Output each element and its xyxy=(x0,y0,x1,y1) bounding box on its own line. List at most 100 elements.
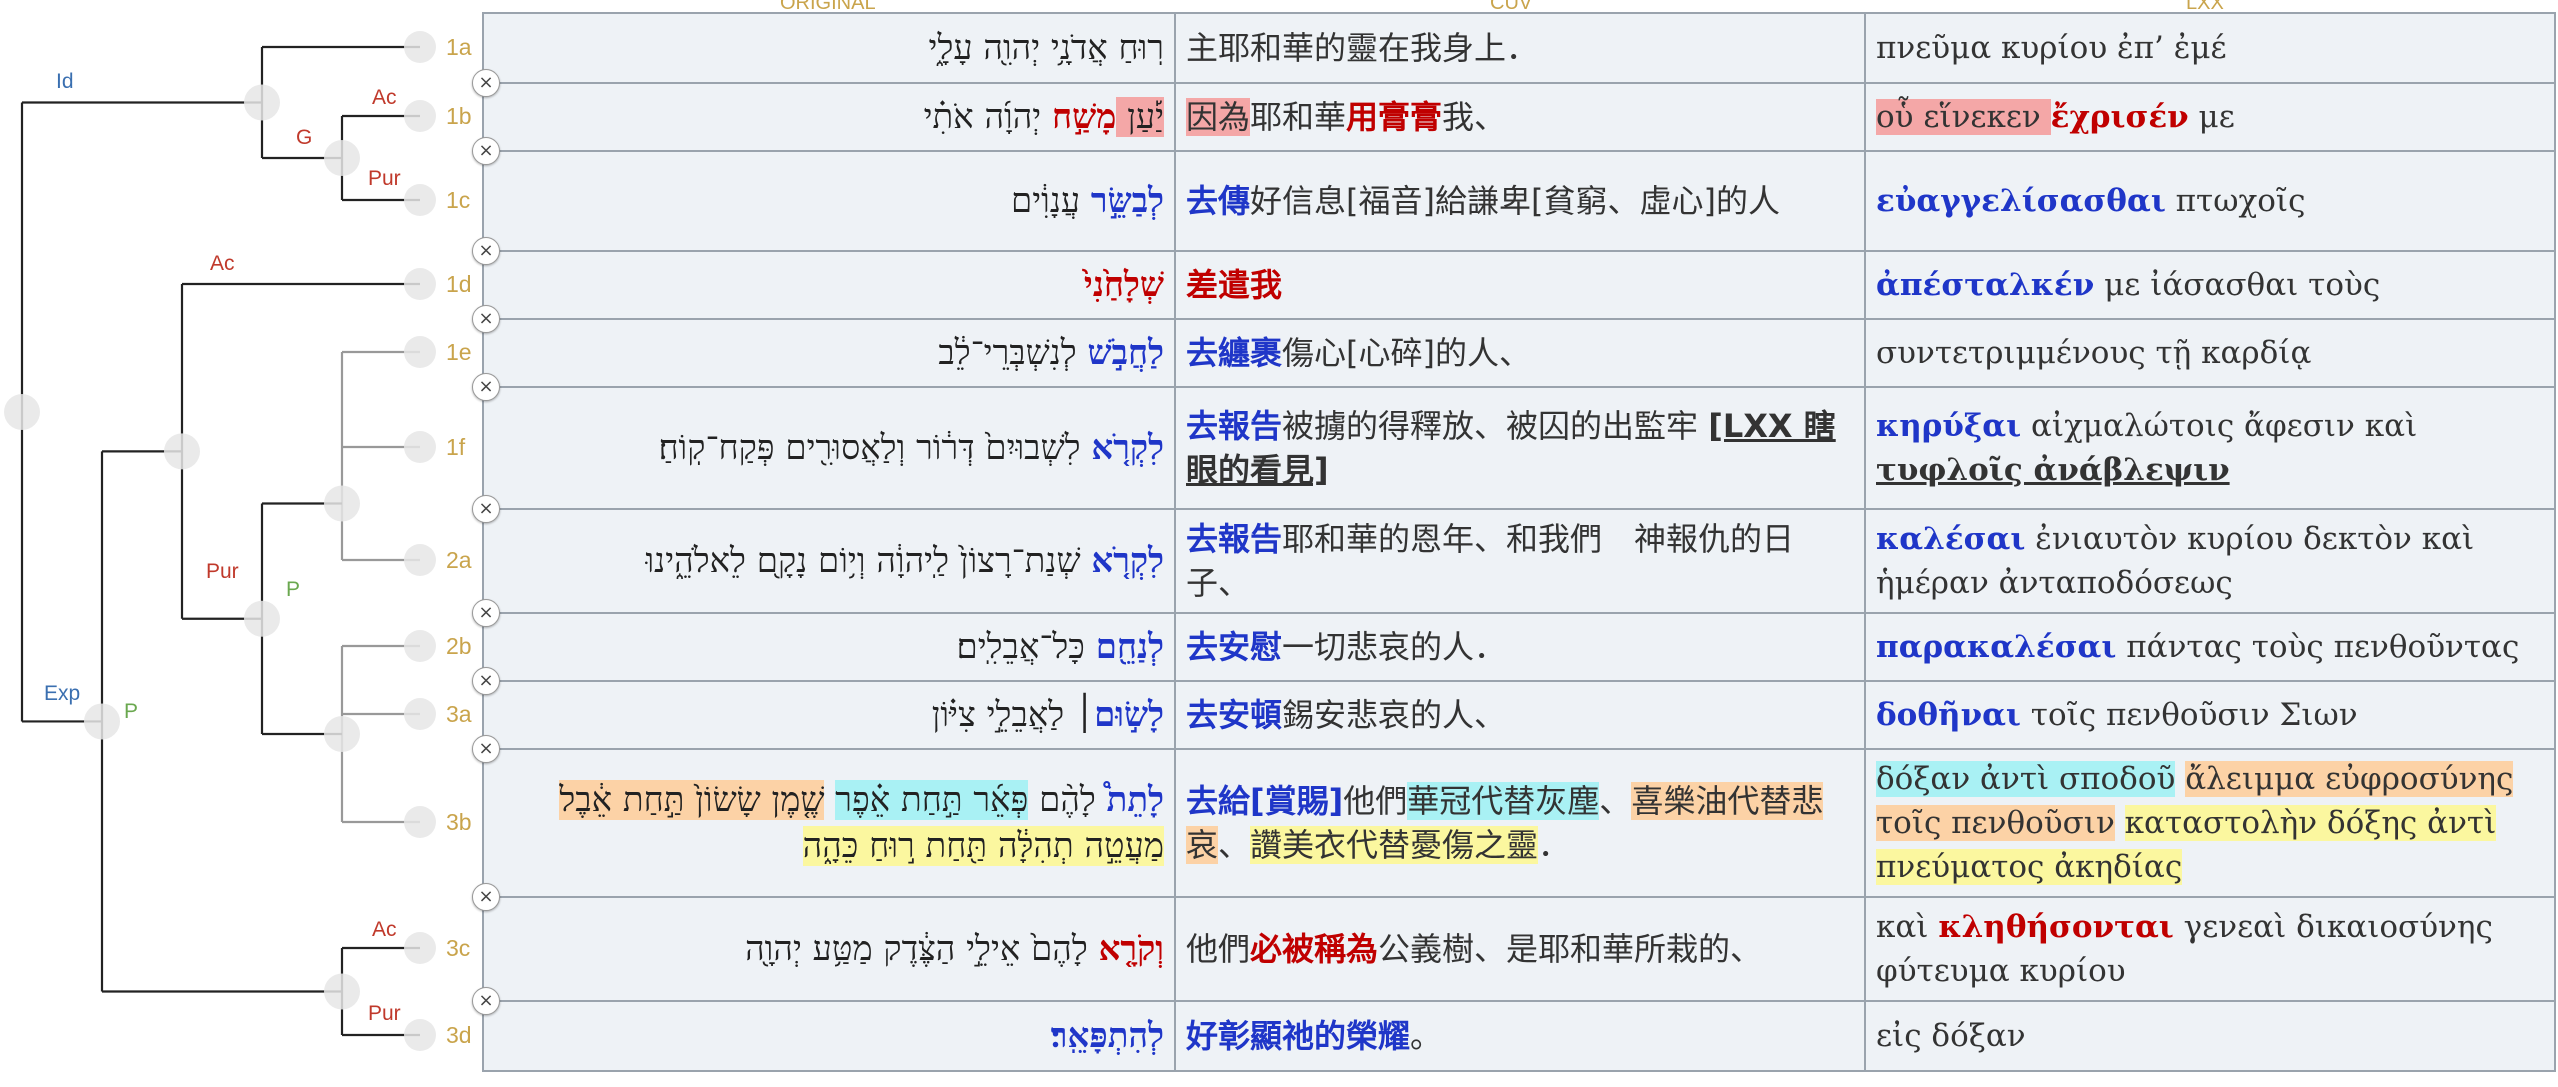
verb-segment: לָשׂ֣וּם xyxy=(1094,695,1164,735)
text-segment: עֲנָוִ֔ים xyxy=(1010,181,1091,221)
text-segment: יַ֡עַן xyxy=(1116,97,1164,137)
verb-segment: 必被稱為 xyxy=(1250,930,1379,968)
leaf-node-2a[interactable] xyxy=(404,544,436,576)
leaf-label-1e: 1e xyxy=(446,339,472,365)
remove-row-break-button[interactable]: × xyxy=(472,667,500,695)
text-segment: 被擄的得釋放、被囚的出監牢 xyxy=(1282,407,1709,445)
verb-segment: שְׁלָחַ֙נִי֙ xyxy=(1083,265,1164,305)
leaf-node-1a[interactable] xyxy=(404,31,436,63)
tree-label-ac-1b: Ac xyxy=(372,86,397,109)
hebrew-cell: לִקְרֹ֤א לִשְׁבוּיִם֙ דְּר֔וֹר וְלַאֲסוּ… xyxy=(482,386,1176,510)
remove-row-break-button[interactable]: × xyxy=(472,373,500,401)
text-segment xyxy=(2175,761,2185,797)
chinese-cell: 去安慰一切悲哀的人． xyxy=(1174,612,1866,682)
leaf-node-1e[interactable] xyxy=(404,336,436,368)
text-segment: 、 xyxy=(1599,782,1632,820)
verse-comparison-table: רֽוּחַ אֲדֹנָ֥י יְהוִ֖ה עָלָ֑י 主耶和華的靈在我身上… xyxy=(482,12,2556,1072)
text-segment: πτωχοῖς xyxy=(2165,183,2306,219)
hebrew-cell: לְהִתְפָּאֵֽר׃ xyxy=(482,1000,1176,1072)
hebrew-cell: שְׁלָחַ֙נִי֙ xyxy=(482,250,1176,320)
remove-row-break-button[interactable]: × xyxy=(472,495,500,523)
text-segment: שֶׁ֤מֶן שָׂשׂוֹן֙ תַּ֣חַת אֵ֔בֶל xyxy=(559,780,825,820)
chinese-cell: 因為耶和華用膏膏我、 xyxy=(1174,82,1866,152)
leaf-node-2b[interactable] xyxy=(404,630,436,662)
text-segment: 他們 xyxy=(1186,930,1251,968)
leaf-node-3b[interactable] xyxy=(404,806,436,838)
text-segment: καὶ xyxy=(1876,909,1939,945)
verb-segment: לְהִתְפָּאֵֽר׃ xyxy=(1050,1016,1164,1056)
text-segment: πνεῦμα κυρίου ἐπ’ ἐμέ xyxy=(1876,30,2227,66)
leaf-node-1f[interactable] xyxy=(404,431,436,463)
leaf-node-1d[interactable] xyxy=(404,268,436,300)
verse-row-1e: לַחֲבֹ֣שׁ לְנִשְׁבְּרֵי־לֵ֔ב 去纏裹傷心[心碎]的人、… xyxy=(482,318,2556,388)
tree-node-8[interactable] xyxy=(4,393,40,430)
remove-row-break-button[interactable]: × xyxy=(472,735,500,763)
tree-node-1[interactable] xyxy=(244,84,280,121)
greek-cell: οὗ εἵνεκεν ἔχρισέν με xyxy=(1864,82,2556,152)
verb-segment: 去報告 xyxy=(1186,407,1283,445)
verb-segment: לִקְרֹ֤א xyxy=(1091,541,1164,581)
greek-cell: εὐαγγελίσασθαι πτωχοῖς xyxy=(1864,150,2556,252)
chinese-cell: 他們必被稱為公義樹、是耶和華所栽的、 xyxy=(1174,896,1866,1002)
leaf-node-3a[interactable] xyxy=(404,698,436,730)
tree-label-p-exp: P xyxy=(124,700,138,723)
text-segment xyxy=(824,780,835,820)
tree-node-6[interactable] xyxy=(324,973,360,1010)
greek-cell: δοθῆναι τοῖς πενθοῦσιν Σιων xyxy=(1864,680,2556,750)
text-segment: 因為 xyxy=(1186,98,1251,136)
text-segment: שְׁנַת־רָצוֹן֙ לַֽיהוָ֔ה וְי֥וֹם נָקָ֖ם … xyxy=(645,541,1092,581)
text-segment: 一切悲哀的人． xyxy=(1282,628,1507,666)
text-segment: מַעֲטֵ֣ה תְהִלָּ֔ה תַּ֖חַת ר֣וּחַ כֵּהָ֑… xyxy=(802,826,1164,866)
text-segment: לְנִשְׁבְּרֵי־לֵ֔ב xyxy=(938,333,1088,373)
leaf-label-1b: 1b xyxy=(446,103,472,129)
verb-segment: לְבַשֵּׂ֣ר xyxy=(1090,181,1164,221)
remove-row-break-button[interactable]: × xyxy=(472,883,500,911)
text-segment: εἰς δόξαν xyxy=(1876,1018,2026,1054)
remove-row-break-button[interactable]: × xyxy=(472,69,500,97)
tree-node-3[interactable] xyxy=(324,716,360,752)
verb-segment: καλέσαι xyxy=(1876,521,2026,557)
tree-node-2[interactable] xyxy=(324,485,360,522)
leaf-label-3a: 3a xyxy=(446,701,472,727)
text-segment: 。 xyxy=(1410,1017,1443,1055)
leaf-node-3c[interactable] xyxy=(404,932,436,964)
verb-segment: מָשַׁ֣ח xyxy=(1052,97,1117,137)
text-segment: 好信息[福音]給謙卑[貧窮、虛心]的人 xyxy=(1250,182,1780,220)
remove-row-break-button[interactable]: × xyxy=(472,987,500,1015)
leaf-node-1c[interactable] xyxy=(404,184,436,216)
tree-label-pur-3d: Pur xyxy=(368,1002,401,1025)
leaf-label-2a: 2a xyxy=(446,547,472,573)
tree-node-7[interactable] xyxy=(84,703,120,740)
tree-node-5[interactable] xyxy=(164,433,200,470)
leaf-label-2b: 2b xyxy=(446,633,472,659)
chinese-cell: 主耶和華的靈在我身上． xyxy=(1174,12,1866,84)
remove-row-break-button[interactable]: × xyxy=(472,305,500,333)
tree-node-4[interactable] xyxy=(244,600,280,637)
text-segment: δόξαν ἀντὶ σποδοῦ xyxy=(1876,761,2176,797)
text-segment: לָהֶם֙ אֵילֵ֣י הַצֶּ֔דֶק מַטַּ֥ע יְהוָ֖ה xyxy=(745,929,1099,969)
hebrew-cell: וְקֹרָ֤א לָהֶם֙ אֵילֵ֣י הַצֶּ֔דֶק מַטַּ֥… xyxy=(482,896,1176,1002)
remove-row-break-button[interactable]: × xyxy=(472,237,500,265)
leaf-label-3d: 3d xyxy=(446,1022,472,1048)
verb-segment: 好彰顯祂的榮耀 xyxy=(1186,1017,1411,1055)
verb-segment: ἔχρισέν xyxy=(2050,99,2189,135)
tree-label-id: Id xyxy=(56,70,74,93)
greek-cell: δόξαν ἀντὶ σποδοῦ ἄλειμμα εὐφροσύνης τοῖ… xyxy=(1864,748,2556,898)
leaf-node-1b[interactable] xyxy=(404,100,436,132)
tree-label-exp: Exp xyxy=(44,682,80,705)
leaf-label-3b: 3b xyxy=(446,809,472,835)
leaf-node-3d[interactable] xyxy=(404,1019,436,1051)
chinese-cell: 去傳好信息[福音]給謙卑[貧窮、虛心]的人 xyxy=(1174,150,1866,252)
text-segment: 傷心[心碎]的人、 xyxy=(1282,334,1531,372)
tree-node-0[interactable] xyxy=(324,140,360,176)
text-segment: με ἰάσασθαι τοὺς xyxy=(2094,267,2381,303)
verb-segment: 去安頓 xyxy=(1186,696,1283,734)
verb-segment: לָתֵת֩ xyxy=(1106,780,1164,820)
text-segment: יְהוָ֜ה אֹתִ֗י xyxy=(923,97,1052,137)
remove-row-break-button[interactable]: × xyxy=(472,137,500,165)
verb-segment: κληθήσονται xyxy=(1938,909,2174,945)
text-segment xyxy=(2115,805,2125,841)
remove-row-break-button[interactable]: × xyxy=(472,599,500,627)
text-segment: τυφλοῖς ἀνάβλεψιν xyxy=(1876,452,2230,488)
text-segment: συντετριμμένους τῇ καρδίᾳ xyxy=(1876,335,2312,371)
